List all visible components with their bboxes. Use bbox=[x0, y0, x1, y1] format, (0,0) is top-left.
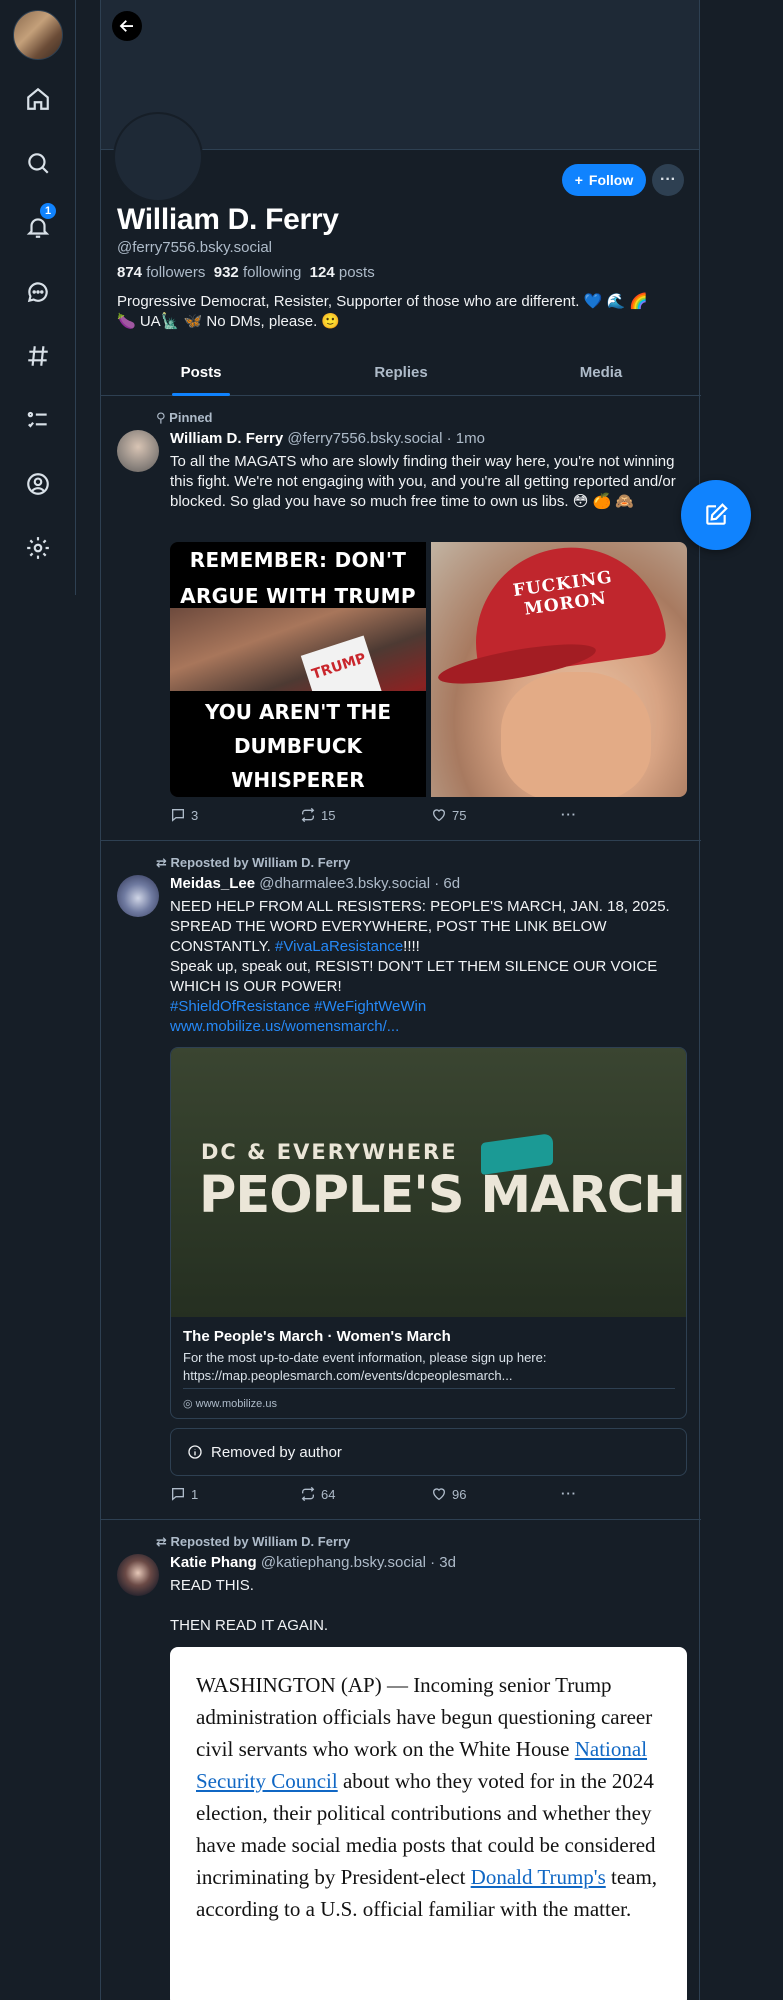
divider bbox=[183, 1388, 675, 1389]
post-more-button[interactable]: ··· bbox=[561, 807, 577, 822]
author-avatar[interactable] bbox=[117, 430, 159, 472]
bell-icon[interactable]: 1 bbox=[18, 203, 58, 247]
article-link: Donald Trump's bbox=[470, 1865, 606, 1889]
post-actions: 3 15 75 ··· bbox=[170, 807, 590, 827]
link-card-image: DC & EVERYWHERE PEOPLE'S MARCH bbox=[171, 1048, 686, 1317]
post-header: William D. Ferry @ferry7556.bsky.social … bbox=[170, 430, 485, 447]
profile-stats: 874 followers 932 following 124 posts bbox=[117, 264, 375, 281]
author-handle[interactable]: @katiephang.bsky.social · 3d bbox=[261, 1554, 456, 1571]
plus-icon: + bbox=[574, 172, 583, 188]
link-card-domain: ◎ www.mobilize.us bbox=[183, 1398, 277, 1410]
post-image-article[interactable]: WASHINGTON (AP) — Incoming senior Trump … bbox=[170, 1647, 687, 2000]
post-more-button[interactable]: ··· bbox=[561, 1486, 577, 1501]
profile-tabs: Posts Replies Media bbox=[101, 354, 701, 396]
search-icon[interactable] bbox=[18, 143, 58, 183]
hashtag-link[interactable]: #ShieldOfResistance bbox=[170, 998, 310, 1015]
hashtag-icon[interactable] bbox=[18, 336, 58, 376]
author-avatar[interactable] bbox=[117, 875, 159, 917]
compose-button[interactable] bbox=[681, 480, 751, 550]
profile-avatar[interactable] bbox=[113, 112, 203, 202]
repost-button[interactable]: 64 bbox=[300, 1486, 335, 1502]
post-image-hat[interactable]: FUCKING MORON bbox=[431, 542, 687, 797]
repost-icon bbox=[301, 807, 315, 823]
author-name[interactable]: William D. Ferry bbox=[170, 430, 283, 447]
info-icon bbox=[188, 1445, 202, 1459]
arrow-left-icon bbox=[119, 20, 133, 32]
home-icon[interactable] bbox=[18, 79, 58, 119]
post-actions: 1 64 96 ··· bbox=[170, 1486, 590, 1506]
post-text: READ THIS. THEN READ IT AGAIN. bbox=[170, 1577, 329, 1634]
posts-count: 124 posts bbox=[309, 264, 375, 281]
post-text: To all the MAGATS who are slowly finding… bbox=[170, 453, 676, 510]
chat-icon[interactable] bbox=[18, 272, 58, 312]
pinned-label: ⚲ Pinned bbox=[156, 410, 213, 425]
hashtag-link[interactable]: #VivaLaResistance bbox=[275, 938, 403, 955]
author-name[interactable]: Katie Phang bbox=[170, 1554, 257, 1571]
follow-button[interactable]: + Follow bbox=[562, 164, 646, 196]
link-card[interactable]: DC & EVERYWHERE PEOPLE'S MARCH The Peopl… bbox=[170, 1047, 687, 1419]
reply-button[interactable]: 1 bbox=[170, 1486, 198, 1502]
post-header: Katie Phang @katiephang.bsky.social · 3d bbox=[170, 1554, 456, 1571]
followers-link[interactable]: 874 followers bbox=[117, 264, 205, 281]
repost-context: ⇄ Reposted by William D. Ferry bbox=[156, 855, 351, 870]
repost-icon: ⇄ bbox=[156, 1534, 167, 1549]
repost-context: ⇄ Reposted by William D. Ferry bbox=[156, 1534, 351, 1549]
repost-icon: ⇄ bbox=[156, 855, 167, 870]
compose-icon bbox=[706, 503, 728, 525]
meme-bottom-text: YOU AREN'T THE DUMBFUCK WHISPERER bbox=[170, 691, 426, 797]
profile-handle: @ferry7556.bsky.social bbox=[117, 239, 273, 256]
heart-icon bbox=[432, 809, 446, 822]
profile-more-button[interactable]: ··· bbox=[652, 164, 684, 196]
profile-bio: Progressive Democrat, Resister, Supporte… bbox=[117, 293, 648, 330]
face-shape bbox=[501, 672, 651, 797]
removed-quote: Removed by author bbox=[170, 1428, 687, 1476]
gear-icon[interactable] bbox=[18, 528, 58, 568]
author-handle[interactable]: @ferry7556.bsky.social · 1mo bbox=[287, 430, 485, 447]
my-avatar[interactable] bbox=[13, 10, 63, 60]
profile-icon[interactable] bbox=[18, 464, 58, 504]
following-link[interactable]: 932 following bbox=[214, 264, 302, 281]
left-nav: 1 bbox=[0, 0, 76, 595]
link-card-title: The People's March · Women's March bbox=[183, 1328, 451, 1345]
like-button[interactable]: 75 bbox=[431, 807, 466, 823]
reply-icon bbox=[172, 809, 184, 822]
tab-replies[interactable]: Replies bbox=[301, 354, 501, 395]
list-icon[interactable] bbox=[18, 400, 58, 440]
hashtag-link[interactable]: #WeFightWeWin bbox=[314, 998, 426, 1015]
profile-column: + Follow ··· William D. Ferry @ferry7556… bbox=[100, 0, 701, 2000]
reply-button[interactable]: 3 bbox=[170, 807, 198, 823]
author-handle[interactable]: @dharmalee3.bsky.social · 6d bbox=[259, 875, 460, 892]
author-name[interactable]: Meidas_Lee bbox=[170, 875, 255, 892]
like-button[interactable]: 96 bbox=[431, 1486, 466, 1502]
repost-icon bbox=[301, 1486, 315, 1502]
tab-media[interactable]: Media bbox=[501, 354, 701, 395]
repost-button[interactable]: 15 bbox=[300, 807, 335, 823]
tab-posts[interactable]: Posts bbox=[101, 354, 301, 395]
profile-name: William D. Ferry bbox=[117, 203, 339, 236]
reply-icon bbox=[172, 1488, 184, 1501]
pin-icon: ⚲ bbox=[156, 410, 166, 425]
globe-icon: ◎ bbox=[183, 1398, 193, 1410]
notification-badge: 1 bbox=[40, 203, 56, 219]
post-image-meme[interactable]: REMEMBER: DON'T ARGUE WITH TRUMP TROLLS … bbox=[170, 542, 426, 797]
author-avatar[interactable] bbox=[117, 1554, 159, 1596]
post-url-link[interactable]: www.mobilize.us/womensmarch/... bbox=[170, 1018, 399, 1035]
post-text: NEED HELP FROM ALL RESISTERS: PEOPLE'S M… bbox=[170, 898, 670, 1035]
back-button[interactable] bbox=[112, 11, 142, 41]
heart-icon bbox=[432, 1488, 446, 1501]
post-header: Meidas_Lee @dharmalee3.bsky.social · 6d bbox=[170, 875, 460, 892]
link-card-description: For the most up-to-date event informatio… bbox=[183, 1350, 547, 1383]
